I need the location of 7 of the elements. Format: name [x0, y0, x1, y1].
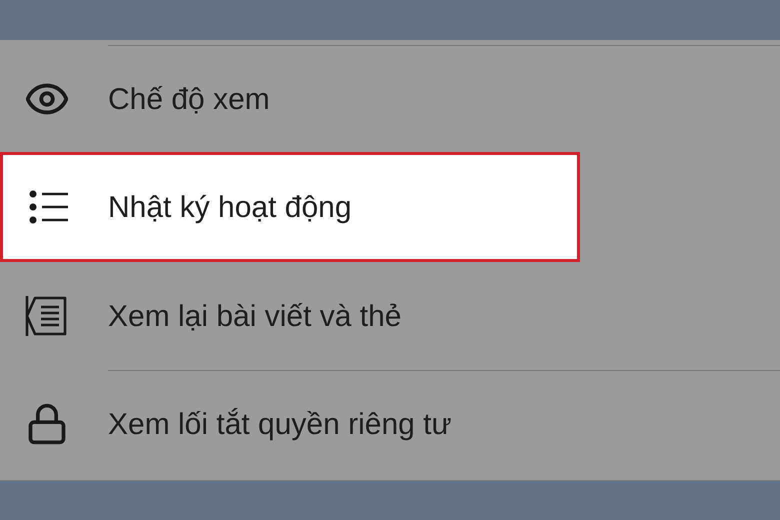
menu-item-label: Xem lại bài viết và thẻ — [108, 298, 402, 334]
menu-item-label: Chế độ xem — [108, 82, 270, 118]
menu-item-label: Nhật ký hoạt động — [108, 190, 352, 226]
menu-item[interactable]: Xem lối tắt quyền riêng tư — [0, 370, 780, 478]
menu-item[interactable]: Xem lại bài viết và thẻ — [0, 262, 780, 370]
menu-item[interactable]: Nhật ký hoạt động — [0, 152, 580, 262]
menu-item-label: Xem lối tắt quyền riêng tư — [108, 407, 452, 443]
